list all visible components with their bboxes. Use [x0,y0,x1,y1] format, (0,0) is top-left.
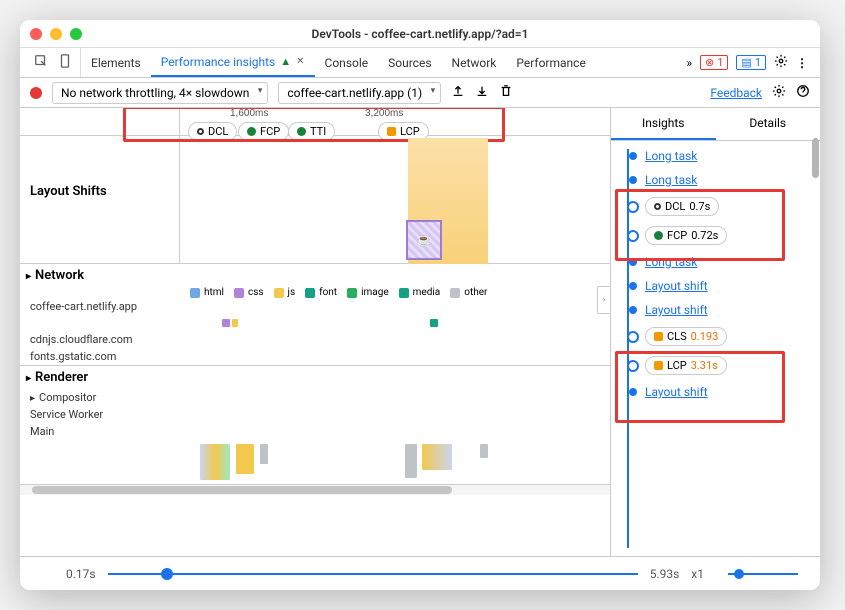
insights-panel: Insights Details Long task Long task DCL… [610,108,820,556]
timeline-sections: Network html css js font image media oth… [20,264,610,485]
main-area: Layout Shifts 1,600ms 3,200ms DCL FCP TT… [20,108,820,556]
window-controls [30,28,82,40]
expand-icon [26,268,31,283]
experiment-icon: ▲ [280,55,291,68]
service-worker-row[interactable]: Service Worker [20,406,610,423]
network-host-row[interactable]: cdnjs.cloudflare.com [20,331,610,348]
upload-icon[interactable] [451,84,465,101]
time-end: 5.93s [650,567,680,581]
compositor-row[interactable]: Compositor [20,389,610,406]
fcp-marker[interactable]: FCP [238,122,289,141]
tab-insights[interactable]: Insights [611,108,716,140]
vertical-scrollbar[interactable] [811,78,820,556]
zoom-level: x1 [691,567,704,581]
window-titlebar: DevTools - coffee-cart.netlify.app/?ad=1 [20,20,820,48]
main-row[interactable]: Main [20,423,610,440]
tab-network[interactable]: Network [442,48,507,77]
insight-long-task[interactable]: Long task [645,149,697,163]
error-badge[interactable]: ⊗ 1 [700,55,728,70]
insight-long-task[interactable]: Long task [645,173,697,187]
devtools-tabbar: Elements Performance insights ▲ ✕ Consol… [20,48,820,78]
layout-shifts-label: Layout Shifts [30,184,107,199]
messages-badge[interactable]: ▤ 1 [736,55,766,70]
devtools-window: DevTools - coffee-cart.netlify.app/?ad=1… [20,20,820,590]
time-tick-2: 3,200ms [365,108,403,120]
tab-details[interactable]: Details [716,108,821,140]
layout-shift-thumbnail[interactable]: ☕ [406,220,442,260]
insight-lcp[interactable]: LCP 3.31s [645,356,727,375]
insight-long-task[interactable]: Long task [645,255,697,269]
tab-elements[interactable]: Elements [81,48,151,77]
network-host-row[interactable]: fonts.gstatic.com [20,348,610,365]
tab-performance-insights[interactable]: Performance insights ▲ ✕ [151,48,315,77]
timeline-panel[interactable]: Layout Shifts 1,600ms 3,200ms DCL FCP TT… [20,108,610,556]
tab-console[interactable]: Console [315,48,379,77]
insight-layout-shift[interactable]: Layout shift [645,279,708,293]
expand-sidebar-icon[interactable]: › [597,286,611,314]
insight-cls[interactable]: CLS 0.193 [645,327,727,346]
close-window-button[interactable] [30,28,42,40]
throttling-select[interactable]: No network throttling, 4× slowdown [52,82,268,104]
toolbar-settings-icon[interactable] [772,84,786,101]
record-button[interactable] [30,87,42,99]
time-tick-1: 1,600ms [230,108,268,120]
kebab-menu-icon[interactable]: ⋮ [796,56,808,70]
network-section: Network html css js font image media oth… [20,264,610,366]
horizontal-scrollbar[interactable] [20,485,610,495]
maximize-window-button[interactable] [70,28,82,40]
feedback-link[interactable]: Feedback [710,86,762,100]
insights-toolbar: No network throttling, 4× slowdown coffe… [20,78,820,108]
tab-sources[interactable]: Sources [378,48,441,77]
legend: html css js font image media other [20,287,610,298]
close-tab-icon[interactable]: ✕ [296,56,304,67]
help-icon[interactable] [796,84,810,101]
more-tabs-icon[interactable]: » [686,56,692,70]
device-toggle-icon[interactable] [58,54,72,71]
footer-controls: 0.17s 5.93s x1 [20,556,820,590]
insight-fcp[interactable]: FCP 0.72s [645,226,727,245]
settings-icon[interactable] [774,54,788,71]
tti-marker[interactable]: TTI [288,122,335,141]
window-title: DevTools - coffee-cart.netlify.app/?ad=1 [20,27,820,41]
time-start: 0.17s [66,567,96,581]
insight-layout-shift[interactable]: Layout shift [645,303,708,317]
time-slider[interactable] [108,573,638,575]
minimize-window-button[interactable] [50,28,62,40]
tab-performance[interactable]: Performance [506,48,595,77]
expand-icon [26,370,31,385]
inspect-icon[interactable] [34,54,48,71]
page-select[interactable]: coffee-cart.netlify.app (1) [278,82,441,104]
network-host-row[interactable]: coffee-cart.netlify.app [20,298,610,315]
delete-icon[interactable] [499,84,513,101]
insight-dcl[interactable]: DCL 0.7s [645,197,719,216]
download-icon[interactable] [475,84,489,101]
zoom-slider[interactable] [728,573,798,575]
dcl-marker[interactable]: DCL [188,122,237,141]
insight-layout-shift[interactable]: Layout shift [645,385,708,399]
insights-list[interactable]: Long task Long task DCL 0.7s FCP 0.72s L… [611,141,820,556]
renderer-section: Renderer Compositor Service Worker Main [20,366,610,485]
